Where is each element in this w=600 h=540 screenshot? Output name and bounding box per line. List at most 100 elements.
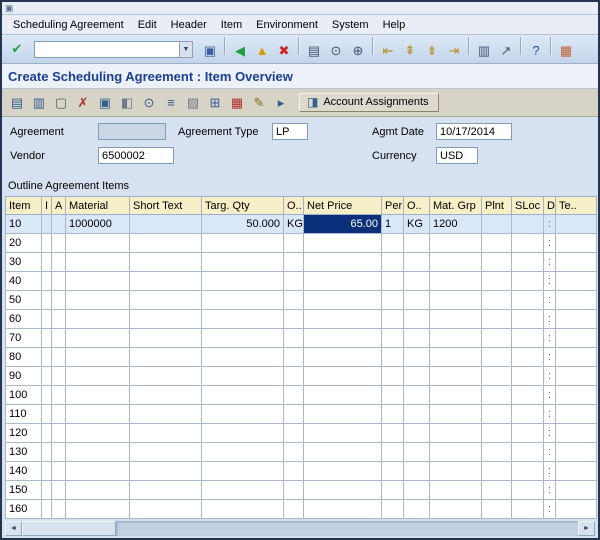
- cell-per[interactable]: [382, 500, 404, 519]
- cell-per[interactable]: [382, 310, 404, 329]
- cell-mat_grp[interactable]: [430, 386, 482, 405]
- cell-i[interactable]: [42, 291, 52, 310]
- cell-d[interactable]: :: [544, 234, 556, 253]
- cell-targ_qty[interactable]: 50.000: [202, 215, 284, 234]
- cell-material[interactable]: [66, 405, 130, 424]
- find-icon[interactable]: ⊙: [325, 40, 347, 62]
- cell-te[interactable]: [556, 310, 597, 329]
- cell-sloc[interactable]: [512, 310, 544, 329]
- cell-opu[interactable]: [404, 234, 430, 253]
- column-header-a[interactable]: A: [52, 197, 66, 215]
- cell-sloc[interactable]: [512, 443, 544, 462]
- cell-i[interactable]: [42, 310, 52, 329]
- cell-d[interactable]: :: [544, 405, 556, 424]
- cell-plnt[interactable]: [482, 462, 512, 481]
- cell-per[interactable]: [382, 443, 404, 462]
- cell-per[interactable]: [382, 481, 404, 500]
- cell-plnt[interactable]: [482, 405, 512, 424]
- cell-d[interactable]: :: [544, 348, 556, 367]
- help-icon[interactable]: ?: [525, 39, 547, 61]
- menu-item-help[interactable]: Help: [376, 19, 413, 31]
- cell-opu[interactable]: [404, 253, 430, 272]
- cell-mat_grp[interactable]: [430, 500, 482, 519]
- cell-mat_grp[interactable]: [430, 462, 482, 481]
- scrollbar-track[interactable]: [116, 521, 578, 536]
- cell-item[interactable]: 120: [6, 424, 42, 443]
- cell-a[interactable]: [52, 405, 66, 424]
- calendar-icon[interactable]: ▦: [226, 92, 248, 114]
- cell-item[interactable]: 130: [6, 443, 42, 462]
- cell-plnt[interactable]: [482, 253, 512, 272]
- cell-material[interactable]: [66, 500, 130, 519]
- copy-line-icon[interactable]: ▣: [94, 92, 116, 114]
- cell-targ_qty[interactable]: [202, 291, 284, 310]
- cell-te[interactable]: [556, 348, 597, 367]
- column-header-targ_qty[interactable]: Targ. Qty: [202, 197, 284, 215]
- currency-field[interactable]: [436, 147, 478, 164]
- cell-plnt[interactable]: [482, 481, 512, 500]
- cell-sloc[interactable]: [512, 329, 544, 348]
- column-header-item[interactable]: Item: [6, 197, 42, 215]
- cell-i[interactable]: [42, 500, 52, 519]
- cell-opu[interactable]: [404, 291, 430, 310]
- menu-item-environment[interactable]: Environment: [249, 19, 325, 31]
- cell-ou[interactable]: [284, 500, 304, 519]
- cell-a[interactable]: [52, 272, 66, 291]
- cell-a[interactable]: [52, 291, 66, 310]
- cell-short_text[interactable]: [130, 348, 202, 367]
- cell-opu[interactable]: [404, 386, 430, 405]
- column-header-opu[interactable]: O..: [404, 197, 430, 215]
- cell-per[interactable]: [382, 424, 404, 443]
- cell-te[interactable]: [556, 462, 597, 481]
- cell-material[interactable]: [66, 329, 130, 348]
- cell-te[interactable]: [556, 329, 597, 348]
- cell-plnt[interactable]: [482, 386, 512, 405]
- item-conditions-icon[interactable]: ▥: [28, 92, 50, 114]
- cell-item[interactable]: 90: [6, 367, 42, 386]
- cell-short_text[interactable]: [130, 291, 202, 310]
- cell-ou[interactable]: [284, 462, 304, 481]
- cell-opu[interactable]: [404, 481, 430, 500]
- column-header-mat_grp[interactable]: Mat. Grp: [430, 197, 482, 215]
- cell-i[interactable]: [42, 367, 52, 386]
- cell-per[interactable]: 1: [382, 215, 404, 234]
- cell-item[interactable]: 70: [6, 329, 42, 348]
- sort-icon[interactable]: ≡: [160, 91, 182, 113]
- cell-sloc[interactable]: [512, 234, 544, 253]
- cell-a[interactable]: [52, 386, 66, 405]
- cell-ou[interactable]: [284, 234, 304, 253]
- cell-short_text[interactable]: [130, 481, 202, 500]
- cell-opu[interactable]: [404, 500, 430, 519]
- cell-targ_qty[interactable]: [202, 500, 284, 519]
- cell-a[interactable]: [52, 424, 66, 443]
- cell-short_text[interactable]: [130, 367, 202, 386]
- scroll-left-button[interactable]: ◄: [5, 521, 22, 536]
- agmt-date-field[interactable]: [436, 123, 512, 140]
- cell-targ_qty[interactable]: [202, 253, 284, 272]
- cell-item[interactable]: 20: [6, 234, 42, 253]
- cell-i[interactable]: [42, 481, 52, 500]
- cell-mat_grp[interactable]: [430, 424, 482, 443]
- cell-short_text[interactable]: [130, 272, 202, 291]
- cell-targ_qty[interactable]: [202, 405, 284, 424]
- cell-per[interactable]: [382, 348, 404, 367]
- cell-plnt[interactable]: [482, 500, 512, 519]
- cell-a[interactable]: [52, 443, 66, 462]
- menu-item-header[interactable]: Header: [164, 19, 214, 31]
- cell-sloc[interactable]: [512, 405, 544, 424]
- cell-a[interactable]: [52, 481, 66, 500]
- menu-item-edit[interactable]: Edit: [131, 19, 164, 31]
- cell-net_price[interactable]: [304, 405, 382, 424]
- vendor-field[interactable]: [98, 147, 174, 164]
- cell-ou[interactable]: [284, 291, 304, 310]
- calculator-icon[interactable]: ⊞: [204, 92, 226, 114]
- agreement-field[interactable]: [98, 123, 166, 140]
- cell-material[interactable]: [66, 348, 130, 367]
- cell-mat_grp[interactable]: [430, 481, 482, 500]
- cell-opu[interactable]: [404, 405, 430, 424]
- cell-per[interactable]: [382, 462, 404, 481]
- cell-material[interactable]: 1000000: [66, 215, 130, 234]
- cell-te[interactable]: [556, 443, 597, 462]
- cell-i[interactable]: [42, 443, 52, 462]
- cell-short_text[interactable]: [130, 424, 202, 443]
